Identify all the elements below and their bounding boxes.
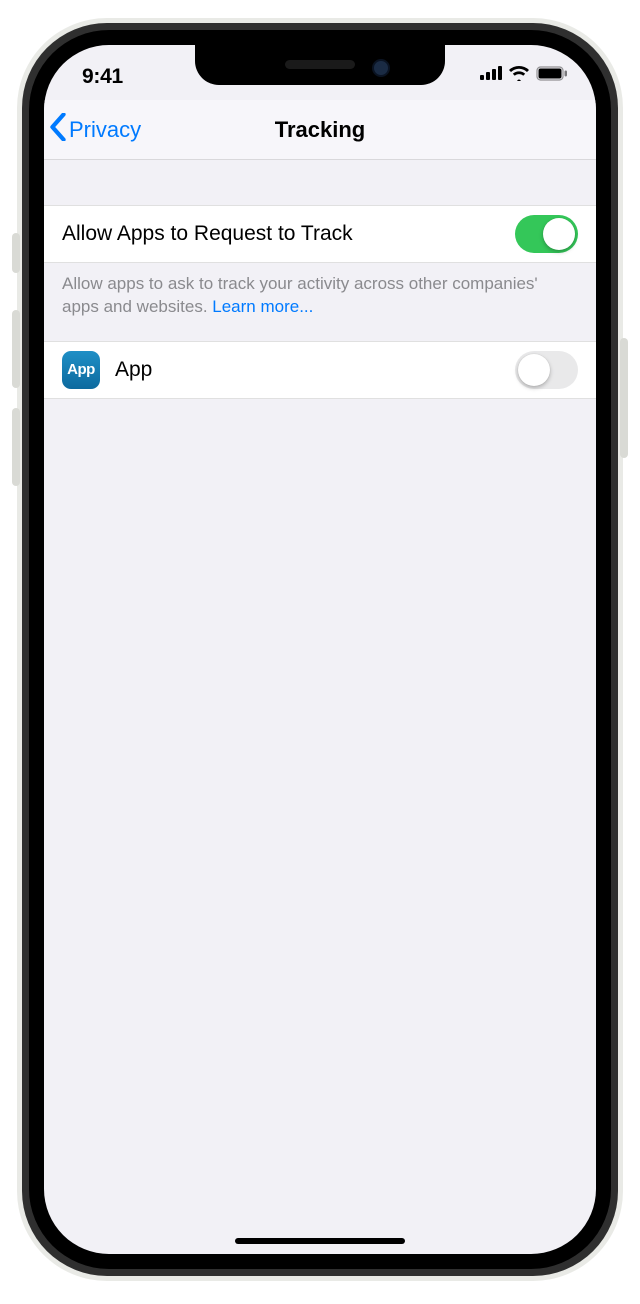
app-tracking-toggle[interactable] bbox=[515, 351, 578, 389]
screen: 9:41 bbox=[44, 45, 596, 1254]
nav-bar: Privacy Tracking bbox=[44, 100, 596, 160]
app-name-label: App bbox=[115, 358, 515, 382]
chevron-left-icon bbox=[49, 113, 67, 147]
mute-switch bbox=[12, 233, 20, 273]
battery-icon bbox=[536, 66, 568, 86]
power-button bbox=[620, 338, 628, 458]
volume-up-button bbox=[12, 310, 20, 388]
status-icons bbox=[480, 59, 568, 86]
back-label: Privacy bbox=[69, 117, 141, 143]
app-row: App App bbox=[44, 341, 596, 399]
allow-tracking-footer: Allow apps to ask to track your activity… bbox=[44, 263, 596, 341]
allow-tracking-label: Allow Apps to Request to Track bbox=[62, 222, 515, 246]
volume-down-button bbox=[12, 408, 20, 486]
back-button[interactable]: Privacy bbox=[49, 113, 141, 147]
wifi-icon bbox=[508, 65, 530, 86]
allow-tracking-row: Allow Apps to Request to Track bbox=[44, 205, 596, 263]
app-icon: App bbox=[62, 351, 100, 389]
allow-tracking-toggle[interactable] bbox=[515, 215, 578, 253]
learn-more-link[interactable]: Learn more... bbox=[212, 297, 313, 316]
home-indicator[interactable] bbox=[235, 1238, 405, 1244]
status-time: 9:41 bbox=[82, 57, 123, 89]
phone-frame: 9:41 bbox=[17, 18, 623, 1281]
cellular-icon bbox=[480, 66, 502, 85]
app-icon-label: App bbox=[67, 361, 95, 378]
notch bbox=[195, 45, 445, 85]
